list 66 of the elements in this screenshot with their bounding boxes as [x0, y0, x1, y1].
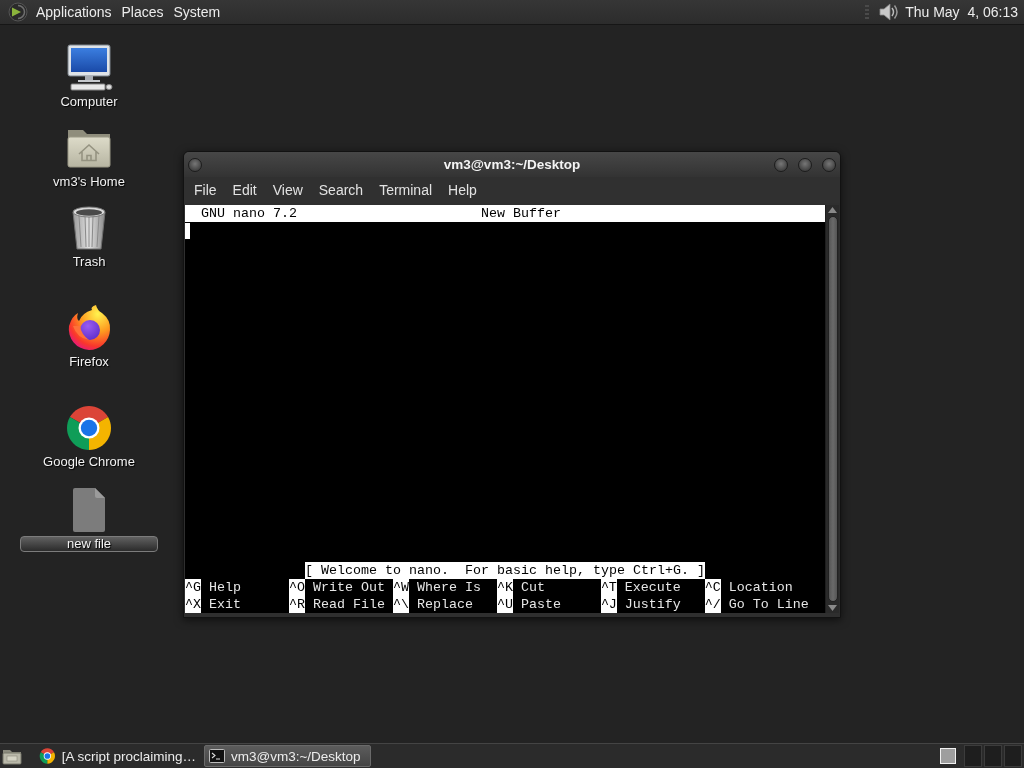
- computer-icon[interactable]: [65, 44, 113, 92]
- maximize-button[interactable]: [798, 157, 812, 172]
- terminal-icon: [209, 749, 225, 763]
- menu-item[interactable]: Search: [310, 179, 372, 201]
- speaker-icon[interactable]: [877, 1, 900, 23]
- window-title: vm3@vm3:~/Desktop: [443, 157, 581, 172]
- scroll-up-icon[interactable]: [828, 207, 837, 213]
- shortcut-key: ^U: [496, 596, 513, 613]
- shortcut-label: Justify: [624, 596, 681, 613]
- icon-label[interactable]: Trash: [67, 254, 111, 270]
- shortcut-label: Where Is: [416, 579, 481, 596]
- shortcut-key: ^J: [600, 596, 617, 613]
- workspace-cell[interactable]: [1004, 745, 1022, 767]
- menu-item[interactable]: Help: [440, 179, 485, 201]
- taskbar-item[interactable]: vm3@vm3:~/Desktop: [204, 745, 371, 767]
- shortcut-key: ^W: [392, 579, 409, 596]
- taskbar-item[interactable]: [A script proclaiming…: [34, 745, 201, 767]
- chrome-icon: [39, 747, 56, 765]
- shortcut-key: ^K: [496, 579, 513, 596]
- menu-item[interactable]: Edit: [224, 179, 265, 201]
- shortcut-label: Location: [728, 579, 793, 596]
- shortcut-key: ^C: [704, 579, 721, 596]
- shortcut-label: Read File: [312, 596, 385, 613]
- nano-version: GNU nano 7.2: [201, 205, 297, 222]
- shortcut-key: ^O: [288, 579, 305, 596]
- shortcut-key: ^/: [704, 596, 721, 613]
- shortcut-label: Write Out: [312, 579, 385, 596]
- status-message: [ Welcome to nano. For basic help, type Ctrl+G. ]: [304, 562, 705, 579]
- minimize-button[interactable]: [774, 157, 788, 172]
- show-desktop-icon[interactable]: [2, 747, 22, 765]
- shortcut-label: Cut: [520, 579, 545, 596]
- close-button[interactable]: [822, 157, 836, 172]
- buffer-name: New Buffer: [480, 205, 561, 222]
- shortcut-label: Execute: [624, 579, 681, 596]
- window-menu-button[interactable]: [188, 157, 202, 172]
- icon-label[interactable]: Computer: [55, 94, 123, 110]
- shortcut-label: Exit: [209, 596, 241, 613]
- clock[interactable]: Thu May 4, 06:13: [899, 3, 1020, 21]
- shortcut-label: Go To Line: [728, 596, 809, 613]
- shortcut-label: Replace: [416, 596, 473, 613]
- icon-label[interactable]: new file: [20, 536, 158, 552]
- shortcut-key: ^\: [392, 596, 409, 613]
- shortcut-key: ^X: [185, 596, 201, 613]
- workspace-cell[interactable]: [964, 745, 982, 767]
- scrollbar-thumb[interactable]: [827, 216, 838, 602]
- shortcut-key: ^G: [185, 579, 201, 596]
- menu-item[interactable]: View: [264, 179, 311, 201]
- workspace-cell[interactable]: [984, 745, 1002, 767]
- menu-item[interactable]: Terminal: [371, 179, 441, 201]
- icon-label[interactable]: vm3's Home: [48, 174, 130, 190]
- panel-menu[interactable]: System: [169, 1, 225, 23]
- shortcut-key: ^R: [288, 596, 305, 613]
- chrome-icon[interactable]: [65, 404, 113, 452]
- icon-label[interactable]: Firefox: [64, 354, 114, 370]
- scroll-down-icon[interactable]: [828, 605, 837, 611]
- shortcut-key: ^T: [600, 579, 617, 596]
- panel-menu[interactable]: Places: [117, 1, 168, 23]
- menu-logo-icon[interactable]: [8, 2, 28, 22]
- shortcut-label: Help: [209, 579, 241, 596]
- menu-item[interactable]: File: [186, 179, 225, 201]
- icon-label[interactable]: Google Chrome: [38, 454, 140, 470]
- panel-grip-icon: [865, 5, 870, 19]
- square-icon[interactable]: [940, 748, 956, 764]
- panel-menu[interactable]: Applications: [32, 1, 116, 23]
- shortcut-label: Paste: [520, 596, 561, 613]
- scrollbar[interactable]: [825, 205, 839, 613]
